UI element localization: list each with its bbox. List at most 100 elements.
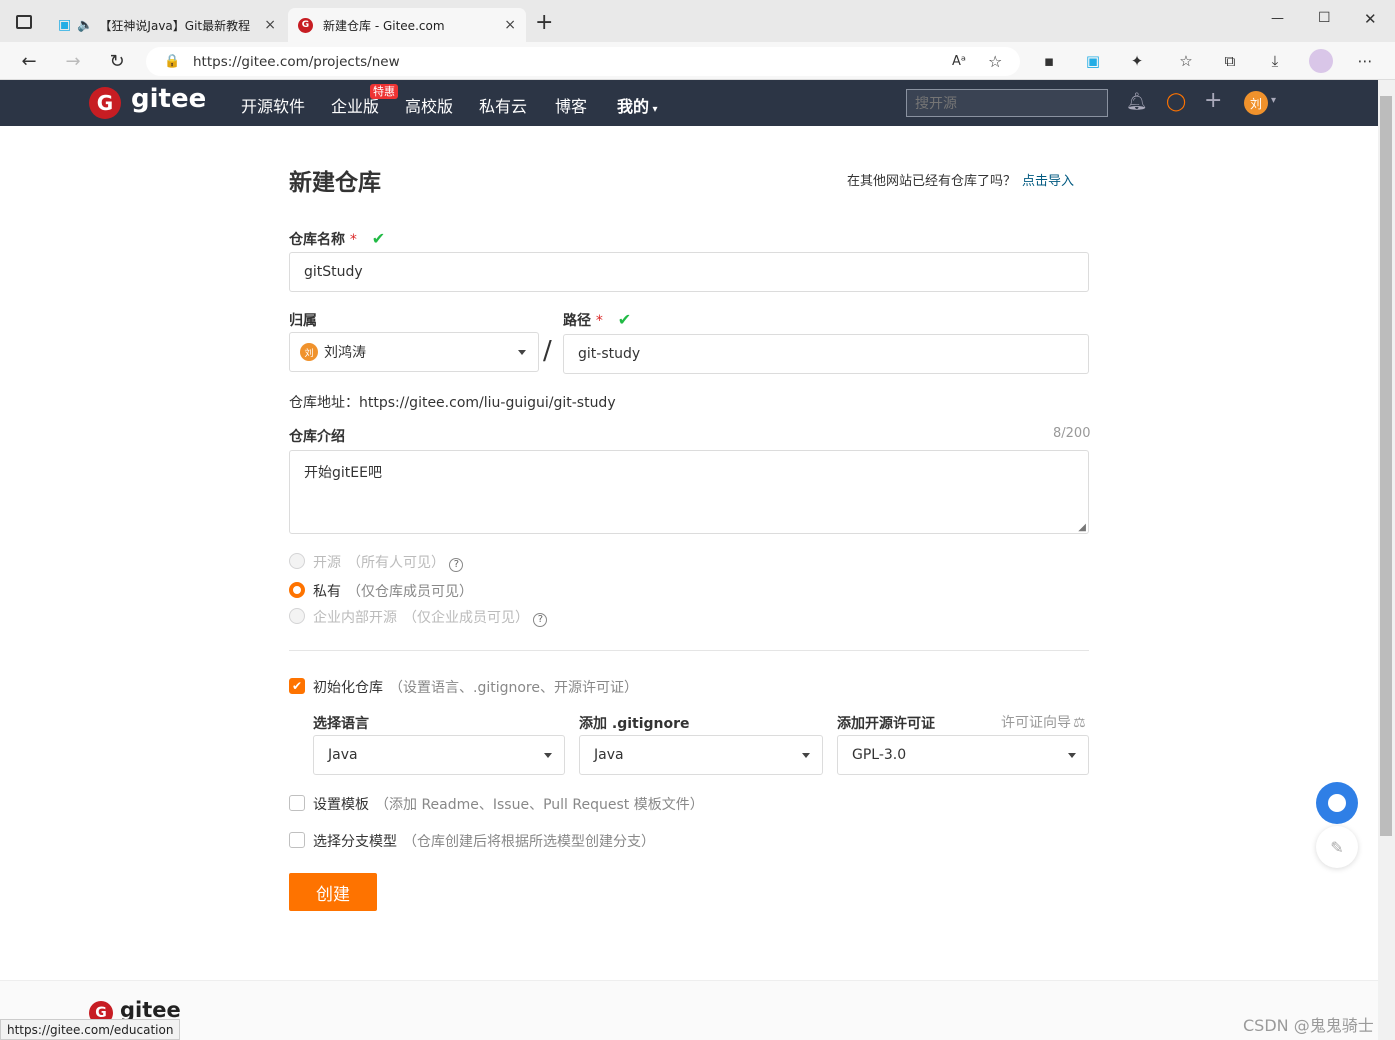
repo-name-input[interactable]: gitStudy [289, 252, 1089, 292]
nav-mine[interactable]: 我的 ▾ [617, 93, 658, 117]
bell-icon[interactable]: 🔔︎ [1126, 92, 1148, 112]
repo-name-label-text: 仓库名称 [289, 232, 345, 248]
language-label: 选择语言 [313, 716, 369, 732]
profile-avatar-icon[interactable] [1309, 49, 1333, 73]
init-repo-checkbox[interactable]: ✔ [289, 678, 305, 694]
gitignore-select[interactable]: Java [579, 735, 823, 775]
nav-blog[interactable]: 博客 [555, 93, 587, 117]
radio-enterprise[interactable] [289, 608, 305, 624]
license-value: GPL-3.0 [852, 747, 907, 763]
plus-icon[interactable]: + [1204, 88, 1222, 113]
create-button[interactable]: 创建 [289, 873, 377, 911]
owner-value: 刘鸿涛 [324, 345, 366, 361]
license-select[interactable]: GPL-3.0 [837, 735, 1089, 775]
owner-label: 归属 [289, 313, 317, 329]
radio-enterprise-label: 企业内部开源 （仅企业成员可见） ? [313, 607, 548, 627]
init-repo-label-text: 初始化仓库 [313, 680, 383, 696]
visibility-hint: （仅企业成员可见） [403, 610, 529, 626]
owner-select[interactable]: 刘 刘鸿涛 [289, 332, 539, 372]
footer-divider [0, 980, 1378, 1040]
browser-toolbar: ← → ↻ 🔒 https://gitee.com/projects/new A… [0, 42, 1395, 80]
nav-open-source[interactable]: 开源软件 [241, 93, 305, 117]
gitee-logo-icon[interactable]: G [89, 87, 121, 119]
import-prompt: 在其他网站已经有仓库了吗？ 点击导入 [847, 170, 1074, 189]
template-label: 设置模板 （添加 Readme、Issue、Pull Request 模板文件） [313, 794, 704, 814]
owner-avatar: 刘 [300, 343, 318, 361]
address-bar[interactable]: 🔒 https://gitee.com/projects/new Aᵃ ☆ [146, 47, 1020, 76]
scrollbar-thumb[interactable] [1380, 96, 1392, 836]
maximize-button[interactable]: ☐ [1318, 10, 1331, 26]
init-repo-hint: （设置语言、.gitignore、开源许可证） [389, 680, 638, 696]
intro-textarea[interactable]: 开始gitEE吧 ◢ [289, 450, 1089, 534]
radio-private[interactable] [289, 582, 305, 598]
forward-icon[interactable]: → [62, 50, 84, 72]
divider [289, 650, 1089, 651]
back-icon[interactable]: ← [18, 50, 40, 72]
tab-actions-icon[interactable] [16, 15, 32, 29]
branch-model-label-text: 选择分支模型 [313, 834, 397, 850]
favorite-add-icon[interactable]: ☆ [988, 52, 1002, 71]
new-tab-button[interactable]: + [535, 10, 553, 35]
close-window-button[interactable]: ✕ [1364, 10, 1377, 28]
lock-icon: 🔒 [164, 54, 181, 69]
lightbulb-icon[interactable]: ◯ [1166, 91, 1186, 112]
favorites-icon[interactable]: ☆ [1176, 51, 1196, 71]
minimize-button[interactable]: — [1271, 11, 1284, 26]
chevron-down-icon[interactable]: ▾ [1271, 95, 1276, 106]
refresh-icon[interactable]: ↻ [106, 50, 128, 72]
tab-bilibili[interactable]: ▣ 🔈 【狂神说Java】Git最新教程 × [48, 8, 286, 42]
browser-tab-bar: ▣ 🔈 【狂神说Java】Git最新教程 × G 新建仓库 - Gitee.co… [0, 0, 1395, 42]
repo-address-label: 仓库地址： [289, 395, 359, 411]
check-icon: ✔ [371, 229, 386, 248]
repo-address: 仓库地址：https://gitee.com/liu-guigui/git-st… [289, 392, 616, 412]
extension-game-icon[interactable]: ▪ [1039, 51, 1059, 71]
repo-name-label: 仓库名称 * ✔ [289, 229, 385, 249]
visibility-label: 企业内部开源 [313, 610, 397, 626]
more-menu-icon[interactable]: ⋯ [1355, 51, 1375, 71]
speaker-icon: 🔈 [77, 17, 94, 33]
gitee-logo-text[interactable]: gitee [131, 84, 206, 114]
close-icon[interactable]: × [264, 17, 276, 33]
close-icon[interactable]: × [504, 17, 516, 33]
path-separator: / [543, 336, 552, 366]
downloads-icon[interactable]: ⤓ [1265, 51, 1285, 71]
caret-down-icon [1068, 753, 1076, 758]
help-icon[interactable]: ? [533, 612, 548, 627]
resize-handle-icon[interactable]: ◢ [1078, 522, 1086, 533]
license-wizard-link[interactable]: 许可证向导 ⚖ [1001, 712, 1086, 732]
read-aloud-icon[interactable]: Aᵃ [952, 54, 966, 69]
path-input[interactable]: git-study [563, 334, 1089, 374]
branch-model-checkbox[interactable] [289, 832, 305, 848]
license-wizard-text: 许可证向导 [1001, 715, 1071, 731]
chat-bubble-icon[interactable] [1316, 782, 1358, 824]
import-link[interactable]: 点击导入 [1022, 174, 1074, 189]
tab-gitee[interactable]: G 新建仓库 - Gitee.com × [288, 8, 526, 42]
nav-private-cloud[interactable]: 私有云 [479, 93, 527, 117]
radio-public-label: 开源 （所有人可见） ? [313, 552, 464, 572]
visibility-hint: （所有人可见） [347, 555, 445, 571]
promo-badge: 特惠 [370, 84, 398, 99]
caret-down-icon [544, 753, 552, 758]
status-url: https://gitee.com/education [0, 1019, 181, 1040]
license-label: 添加开源许可证 [837, 716, 935, 732]
gitee-favicon-icon: G [298, 17, 313, 33]
repo-address-value: https://gitee.com/liu-guigui/git-study [359, 395, 616, 411]
radio-public[interactable] [289, 553, 305, 569]
tab-label: 新建仓库 - Gitee.com [323, 18, 445, 33]
user-avatar[interactable]: 刘 [1244, 91, 1268, 115]
extensions-icon[interactable]: ✦ [1127, 51, 1147, 71]
search-input[interactable] [906, 89, 1108, 117]
feedback-icon[interactable]: ✎ [1316, 826, 1358, 868]
extension-blue-icon[interactable]: ▣ [1083, 51, 1103, 71]
required-mark: * [349, 232, 357, 248]
visibility-hint: （仅仓库成员可见） [347, 584, 473, 600]
required-mark: * [595, 313, 603, 329]
collections-icon[interactable]: ⧉ [1220, 51, 1240, 71]
language-select[interactable]: Java [313, 735, 565, 775]
branch-model-label: 选择分支模型 （仓库创建后将根据所选模型创建分支） [313, 831, 655, 851]
import-prompt-text: 在其他网站已经有仓库了吗？ [847, 174, 1017, 189]
watermark: CSDN @鬼鬼骑士 [1243, 1016, 1374, 1035]
nav-education[interactable]: 高校版 [405, 93, 453, 117]
help-icon[interactable]: ? [449, 557, 464, 572]
template-checkbox[interactable] [289, 795, 305, 811]
